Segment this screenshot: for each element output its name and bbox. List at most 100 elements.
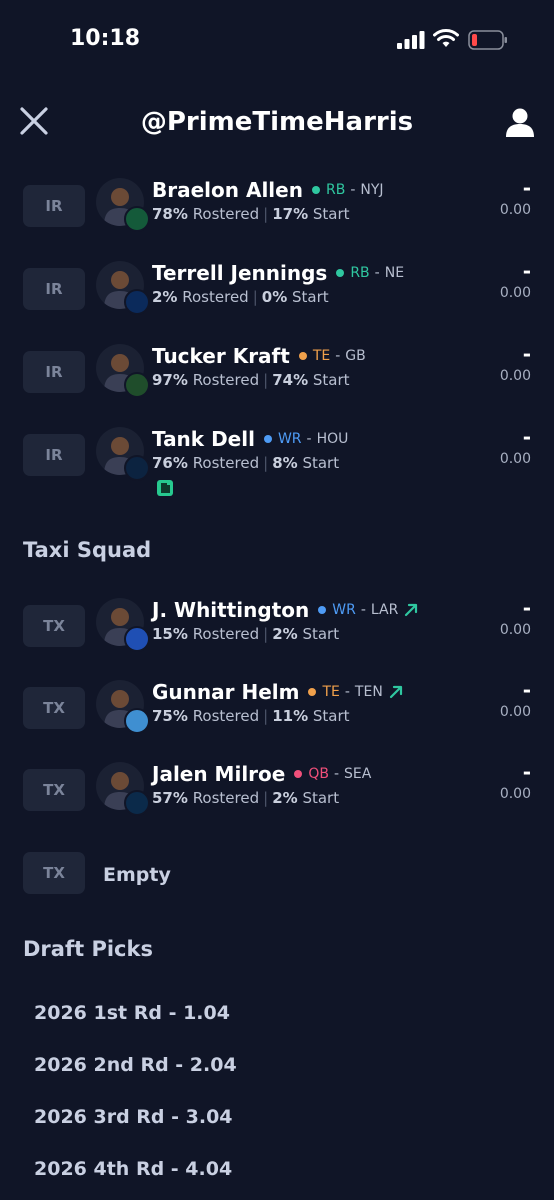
player-name-line: Gunnar Helm TE - TEN <box>152 680 403 704</box>
draft-pick-item[interactable]: 2026 3rd Rd - 3.04 <box>34 1106 233 1128</box>
trend-up-arrow-icon <box>389 685 402 699</box>
slot-badge[interactable]: IR <box>23 185 85 227</box>
start-label: Start <box>302 454 340 472</box>
rostered-label: Rostered <box>192 371 260 389</box>
stat-divider: | <box>263 454 269 472</box>
player-name[interactable]: Jalen Milroe <box>152 762 285 786</box>
player-stats: 97% Rostered | 74% Start <box>152 371 350 389</box>
player-name[interactable]: J. Whittington <box>152 598 309 622</box>
player-name-line: J. Whittington WR - LAR <box>152 598 418 622</box>
rostered-label: Rostered <box>192 789 260 807</box>
player-row[interactable]: IR Tank Dell WR - HOU 76% Rostered | 8% Start -0… <box>0 417 554 497</box>
status-bar: 10:18 <box>0 0 554 80</box>
player-projection: - 0.00 <box>500 596 531 638</box>
projection-value: - <box>522 760 531 784</box>
player-position: TE <box>322 684 340 700</box>
player-name[interactable]: Tank Dell <box>152 427 255 451</box>
position-dot-icon <box>336 269 345 277</box>
team-logo-icon <box>124 289 150 315</box>
team-logo-icon <box>124 455 150 481</box>
points-value: 0.00 <box>499 202 531 218</box>
team-separator: - <box>360 602 366 618</box>
player-projection: - 0.00 <box>500 259 531 301</box>
points-value: 0.00 <box>499 368 531 384</box>
slot-badge[interactable]: TX <box>23 769 85 811</box>
position-dot-icon <box>294 770 303 778</box>
points-value: 0.00 <box>499 622 531 638</box>
projection-value: - <box>522 678 531 702</box>
position-dot-icon <box>298 352 307 360</box>
slot-badge[interactable]: TX <box>23 852 85 894</box>
status-time: 10:18 <box>70 26 141 51</box>
user-icon[interactable] <box>503 105 537 139</box>
player-stats: 57% Rostered | 2% Start <box>152 789 339 807</box>
points-value: 0.00 <box>499 285 531 301</box>
projection-value: - <box>522 342 531 366</box>
slot-badge[interactable]: TX <box>23 687 85 729</box>
team-logo-icon <box>124 790 150 816</box>
start-label: Start <box>302 625 340 643</box>
team-separator: - <box>333 766 340 782</box>
news-note-icon[interactable] <box>156 479 174 497</box>
start-percent: 2% <box>272 789 298 807</box>
player-position: QB <box>308 766 329 782</box>
draft-pick-item[interactable]: 2026 1st Rd - 1.04 <box>34 1002 230 1024</box>
player-row[interactable]: TX Jalen Milroe QB - SEA 57% Rostered | 2% Star… <box>0 752 554 832</box>
player-projection: - 0.00 <box>500 760 531 802</box>
team-separator: - <box>344 684 350 700</box>
start-percent: 0% <box>261 288 288 306</box>
player-name[interactable]: Terrell Jennings <box>152 261 327 285</box>
projection-value: - <box>522 596 531 620</box>
player-row[interactable]: IR Terrell Jennings RB - NE 2% Rostered | 0% St… <box>0 251 554 331</box>
position-dot-icon <box>318 606 327 614</box>
player-row[interactable]: IR Braelon Allen RB - NYJ 78% Rostered | 17% St… <box>0 168 554 248</box>
points-value: 0.00 <box>499 786 531 802</box>
draft-pick-item[interactable]: 2026 2nd Rd - 2.04 <box>34 1054 237 1076</box>
player-name[interactable]: Tucker Kraft <box>152 344 290 368</box>
rostered-percent: 75% <box>152 707 188 725</box>
player-position: WR <box>332 602 356 618</box>
start-label: Start <box>292 288 329 306</box>
player-name[interactable]: Gunnar Helm <box>152 680 299 704</box>
start-percent: 11% <box>272 707 309 725</box>
rostered-label: Rostered <box>192 454 260 472</box>
stat-divider: | <box>263 371 269 389</box>
team-logo-icon <box>124 206 150 232</box>
player-name-line: Tucker Kraft TE - GB <box>152 344 366 368</box>
player-row[interactable]: TX Gunnar Helm TE - TEN 75% Rostered | 11% Star… <box>0 670 554 750</box>
rostered-percent: 15% <box>152 625 188 643</box>
start-label: Start <box>312 205 350 223</box>
player-team: NYJ <box>360 182 384 198</box>
slot-badge[interactable]: IR <box>23 351 85 393</box>
position-dot-icon <box>311 186 320 194</box>
taxi-empty-row[interactable]: TX Empty <box>0 835 554 915</box>
player-stats: 75% Rostered | 11% Start <box>152 707 350 725</box>
slot-badge[interactable]: IR <box>23 434 85 476</box>
player-name-line: Tank Dell WR - HOU <box>152 427 348 451</box>
start-label: Start <box>302 789 340 807</box>
player-team: TEN <box>354 684 383 700</box>
draft-pick-item[interactable]: 2026 4th Rd - 4.04 <box>34 1158 232 1180</box>
rostered-percent: 78% <box>152 205 188 223</box>
team-separator: - <box>350 182 356 198</box>
stat-divider: | <box>263 625 269 643</box>
rostered-label: Rostered <box>192 625 260 643</box>
slot-badge[interactable]: TX <box>23 605 85 647</box>
player-row[interactable]: IR Tucker Kraft TE - GB 97% Rostered | 74% Star… <box>0 334 554 414</box>
player-name-line: Braelon Allen RB - NYJ <box>152 178 384 202</box>
player-projection: - 0.00 <box>500 678 531 720</box>
team-separator: - <box>335 348 341 364</box>
player-row[interactable]: TX J. Whittington WR - LAR 15% Rostered | 2% St… <box>0 588 554 668</box>
start-percent: 8% <box>272 454 298 472</box>
player-team: HOU <box>316 431 349 447</box>
battery-icon <box>468 30 507 50</box>
rostered-percent: 97% <box>152 371 188 389</box>
player-name[interactable]: Braelon Allen <box>152 178 303 202</box>
rostered-label: Rostered <box>182 288 249 306</box>
player-stats: 2% Rostered | 0% Start <box>152 288 329 306</box>
slot-badge[interactable]: IR <box>23 268 85 310</box>
cellular-signal-icon <box>397 31 425 49</box>
team-logo-icon <box>124 708 150 734</box>
player-name-line: Jalen Milroe QB - SEA <box>152 762 371 786</box>
page-title: @PrimeTimeHarris <box>140 107 414 137</box>
